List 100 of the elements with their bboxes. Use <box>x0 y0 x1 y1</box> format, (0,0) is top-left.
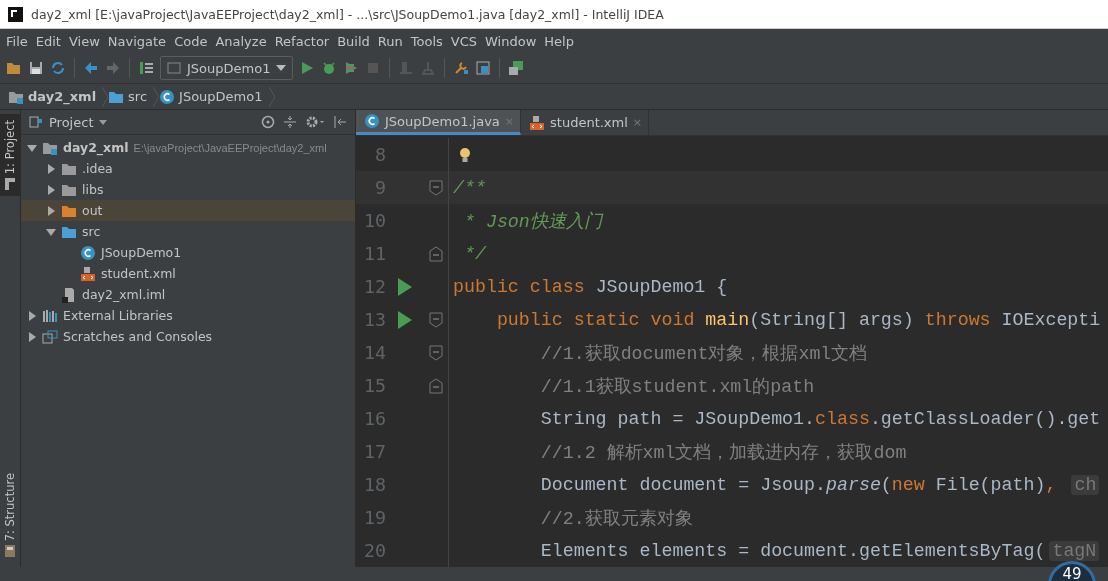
tool-window-tab[interactable]: 1: Project <box>0 114 20 197</box>
code-line: */ <box>462 243 486 264</box>
line-number: 18 <box>363 474 386 495</box>
sync-icon[interactable] <box>50 60 66 76</box>
tool-window-tab[interactable]: 7: Structure <box>0 466 20 563</box>
tree-item[interactable]: out <box>21 200 355 221</box>
menu-item[interactable]: Analyze <box>211 33 271 49</box>
save-icon[interactable] <box>28 60 44 76</box>
folder-icon <box>108 89 125 104</box>
tree-item[interactable]: External Libraries <box>21 305 355 326</box>
line-number: 14 <box>363 342 386 363</box>
xml-file-icon <box>80 265 96 282</box>
panel-icon <box>5 178 15 191</box>
fold-end-icon[interactable] <box>428 245 443 262</box>
menu-item[interactable]: Code <box>170 33 212 49</box>
code-line: String path = JSoupDemo1.class.getClassLoader().get <box>539 408 1101 429</box>
menu-item[interactable]: Edit <box>31 33 65 49</box>
collapse-all-icon[interactable] <box>283 115 297 129</box>
forward-icon[interactable] <box>105 60 121 76</box>
app-icon <box>8 6 23 22</box>
class-icon <box>159 88 176 105</box>
chevron-icon <box>102 86 109 107</box>
expanded-arrow-icon <box>27 142 37 153</box>
chevron-icon <box>153 86 160 107</box>
parameter-hint: ch <box>1071 474 1100 495</box>
tree-item[interactable]: day2_xml.iml <box>21 284 355 305</box>
parameter-hint: tagN <box>1049 540 1100 561</box>
line-number: 20 <box>363 540 386 561</box>
run-icon[interactable] <box>397 310 412 329</box>
line-number: 10 <box>363 210 386 231</box>
run-configuration-dropdown[interactable]: JSoupDemo1 <box>160 56 294 80</box>
menu-item[interactable]: Build <box>333 33 374 49</box>
library-icon <box>42 308 58 323</box>
tree-item[interactable]: student.xml <box>21 263 355 284</box>
config-icon <box>167 62 181 74</box>
code-line: //1.获取document对象，根据xml文档 <box>539 343 868 365</box>
editor-tab[interactable]: student.xml × <box>521 110 650 135</box>
fold-icon[interactable] <box>428 311 443 328</box>
menu-item[interactable]: Tools <box>406 33 447 49</box>
fold-end-icon[interactable] <box>428 377 443 394</box>
menu-item[interactable]: Refactor <box>270 33 334 49</box>
project-view-icon <box>29 116 43 128</box>
module-folder-icon <box>42 140 58 155</box>
wrench-icon[interactable] <box>453 60 470 76</box>
build-icon[interactable] <box>138 60 154 76</box>
locate-icon[interactable] <box>261 115 275 129</box>
structure-icon <box>5 545 15 557</box>
project-view-dropdown[interactable]: Project <box>29 114 108 130</box>
code-line: //1.2 解析xml文档，加载进内存，获取dom <box>539 442 907 464</box>
caret-icon <box>99 119 108 125</box>
collapsed-arrow-icon <box>27 310 37 321</box>
xml-file-icon <box>529 114 546 131</box>
collapsed-arrow-icon <box>46 163 56 174</box>
tree-item[interactable]: libs <box>21 179 355 200</box>
menu-item[interactable]: Navigate <box>103 33 171 49</box>
line-number: 12 <box>363 276 386 297</box>
settings-icon[interactable] <box>305 115 325 129</box>
code-line: //1.1获取student.xml的path <box>539 376 815 398</box>
breadcrumb[interactable]: JSoupDemo1 <box>159 88 269 105</box>
chevron-icon <box>268 86 275 107</box>
line-number: 8 <box>374 144 386 165</box>
open-folder-icon[interactable] <box>6 60 22 76</box>
breadcrumb[interactable]: src <box>108 89 154 104</box>
menu-item[interactable]: File <box>2 33 32 49</box>
line-number: 13 <box>363 309 386 330</box>
lightbulb-icon[interactable] <box>459 146 471 163</box>
line-number: 19 <box>363 507 386 528</box>
line-number: 17 <box>363 441 386 462</box>
tree-item[interactable]: Scratches and Consoles <box>21 326 355 347</box>
code-line: Document document = Jsoup.parse(new File(path), <box>539 474 1058 495</box>
editor-tab[interactable]: JSoupDemo1.java × <box>356 110 522 135</box>
run-icon[interactable] <box>397 277 412 296</box>
tree-item[interactable]: JSoupDemo1 <box>21 242 355 263</box>
code-line: public static void main(String[] args) throws IOExcepti <box>495 309 1101 330</box>
sdk-icon[interactable] <box>508 60 525 76</box>
code-line: /** <box>453 177 486 198</box>
tree-item[interactable]: .idea <box>21 158 355 179</box>
tree-item[interactable]: day2_xml E:\javaProject\JavaEEProject\day2_xml <box>21 137 355 158</box>
console-icon <box>42 329 58 344</box>
fold-icon[interactable] <box>428 179 443 196</box>
project-structure-icon[interactable] <box>475 60 492 76</box>
class-icon <box>364 113 380 129</box>
menu-item[interactable]: Run <box>373 33 407 49</box>
tree-item[interactable]: src <box>21 221 355 242</box>
collapsed-arrow-icon <box>27 331 37 342</box>
fold-icon[interactable] <box>428 344 443 361</box>
menu-item[interactable]: View <box>64 33 104 49</box>
back-icon[interactable] <box>83 60 99 76</box>
menu-item[interactable]: Help <box>540 33 578 49</box>
collapsed-arrow-icon <box>46 205 56 216</box>
window-title: day2_xml [E:\javaProject\JavaEEProject\day2_xml] - ...\src\JSoupDemo1.java [day2_xml] - IntelliJ IDEA <box>31 6 664 22</box>
line-number: 16 <box>363 408 386 429</box>
code-line: public class JSoupDemo1 { <box>453 276 728 297</box>
debug-icon[interactable] <box>321 60 338 76</box>
breadcrumb[interactable]: day2_xml <box>8 89 103 104</box>
code-line: * Json快速入门 <box>462 210 602 233</box>
collapsed-arrow-icon <box>46 184 56 195</box>
menu-item[interactable]: VCS <box>446 33 482 49</box>
hide-panel-icon[interactable] <box>333 115 347 129</box>
menu-item[interactable]: Window <box>481 33 541 49</box>
